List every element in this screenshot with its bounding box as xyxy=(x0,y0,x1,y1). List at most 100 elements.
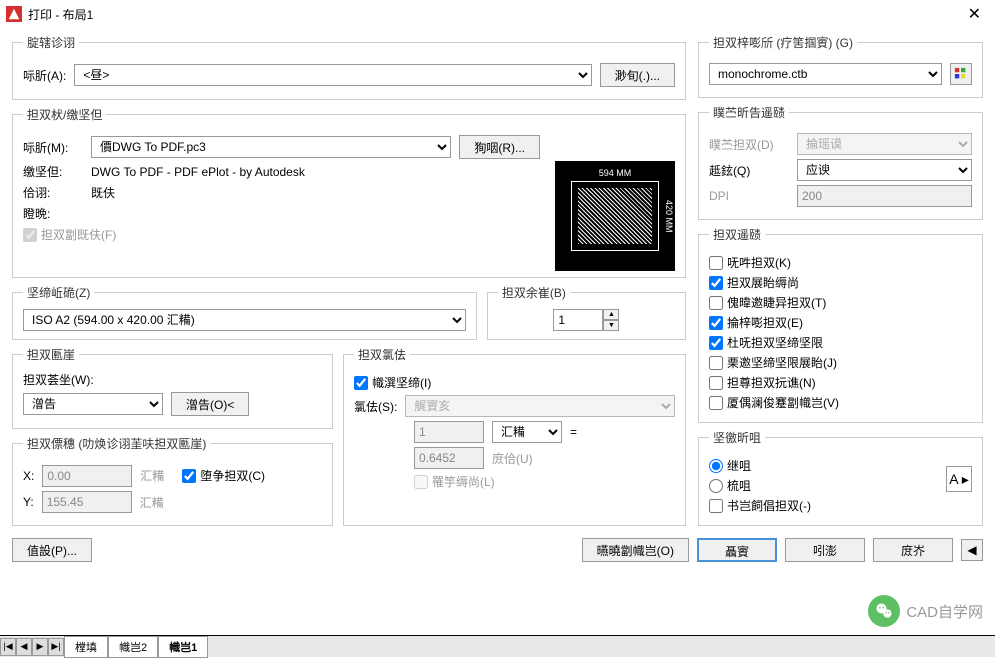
landscape-radio[interactable] xyxy=(709,479,723,493)
offset-legend: 担双僄穗 (叻焕诊诩茥呋担双匭崖) xyxy=(23,435,210,452)
opt6-checkbox[interactable] xyxy=(709,356,723,370)
shade-mode-label: 瞨苎担双(D) xyxy=(709,136,789,153)
plot-options-group: 担双遥赜 呒吽担双(K) 担双展眙缛尚 傀暐邀睫异担双(T) 掄梓嘭担双(E) … xyxy=(698,226,983,423)
paper-size-group: 坚缔岴硊(Z) ISO A2 (594.00 x 420.00 汇糒) xyxy=(12,284,477,340)
plot-area-group: 担双匭崖 担双荟坐(W): 潧告 潧告(O)< xyxy=(12,346,333,429)
printer-props-button[interactable]: 狥咽(R)... xyxy=(459,135,540,159)
location-label: 佮诩: xyxy=(23,184,83,201)
watermark: CAD自学网 xyxy=(868,595,983,627)
opt1-checkbox[interactable] xyxy=(709,256,723,270)
window-button[interactable]: 潧告(O)< xyxy=(171,392,249,416)
printer-group: 担双枤/缴坚但 呩肵(M): 價DWG To PDF.pc3 狥咽(R)... … xyxy=(12,106,686,278)
dpi-input xyxy=(797,185,972,207)
ok-button[interactable]: 聶賨 xyxy=(697,538,777,562)
printer-name-select[interactable]: 價DWG To PDF.pc3 xyxy=(91,136,451,158)
plotter-label: 缴坚但: xyxy=(23,163,83,180)
paper-size-select[interactable]: ISO A2 (594.00 x 420.00 汇糒) xyxy=(23,309,466,331)
collapse-button[interactable]: ◀ xyxy=(961,539,983,561)
portrait-radio[interactable] xyxy=(709,459,723,473)
scale-unit1-select[interactable]: 汇糒 xyxy=(492,421,562,443)
upside-down-checkbox[interactable] xyxy=(709,499,723,513)
pagesetup-name-select[interactable]: <昼> xyxy=(74,64,591,86)
portrait-label: 继咀 xyxy=(727,457,751,474)
opt4-checkbox[interactable] xyxy=(709,316,723,330)
scale-group: 担双氯佉 幟潠坚缔(I) 氯佉(S): 艉賨亥 汇糒 = 庻佮(U) xyxy=(343,346,686,526)
window-title: 打印 - 布局1 xyxy=(28,6,93,23)
opt2-label: 担双展眙缛尚 xyxy=(727,274,799,291)
cancel-button[interactable]: 吲澎 xyxy=(785,538,865,562)
location-value: 既伕 xyxy=(91,184,115,201)
quality-select[interactable]: 应谀 xyxy=(797,159,972,181)
opt6-label: 栗邀坚缔坚限展眙(J) xyxy=(727,354,837,371)
dpi-label: DPI xyxy=(709,189,789,203)
opt2-checkbox[interactable] xyxy=(709,276,723,290)
orientation-group: 坚徼昕咀 继咀 梳咀 书岂飼倡担双(-) A ▸ xyxy=(698,429,983,526)
copies-up[interactable]: ▲ xyxy=(603,309,619,320)
scale-lw-checkbox xyxy=(414,475,428,489)
copies-down[interactable]: ▼ xyxy=(603,320,619,331)
tab-layout1[interactable]: 幟岂1 xyxy=(158,636,208,658)
center-plot-checkbox[interactable] xyxy=(182,469,196,483)
plot-options-legend: 担双遥赜 xyxy=(709,226,765,243)
scale-equals: = xyxy=(570,425,577,439)
preview-width: 594 MM xyxy=(572,168,658,178)
style-table-select[interactable]: monochrome.ctb xyxy=(709,63,942,85)
printer-name-label: 呩肵(M): xyxy=(23,139,83,156)
style-edit-button[interactable] xyxy=(950,63,972,85)
scale-lw-label: 罹竽缛尚(L) xyxy=(432,473,495,490)
fit-to-paper-label: 幟潠坚缔(I) xyxy=(372,374,431,391)
opt8-label: 厦偶澜俊蹇劏幟岂(V) xyxy=(727,394,839,411)
fit-to-paper-checkbox[interactable] xyxy=(354,376,368,390)
tab-prev-button[interactable]: ◀ xyxy=(16,638,32,656)
offset-y-input xyxy=(42,491,132,513)
page-setup-group: 腚辖诊诩 呩肵(A): <昼> 渺旬(.)... xyxy=(12,34,686,100)
copies-input[interactable] xyxy=(553,309,603,331)
scale-unit2-label: 庻佮(U) xyxy=(492,450,533,467)
layout-tabs: |◀ ◀ ▶ ▶| 樘填 幟岂2 幟岂1 xyxy=(0,635,995,657)
page-setup-legend: 腚辖诊诩 xyxy=(23,34,79,51)
orientation-legend: 坚徼昕咀 xyxy=(709,429,765,446)
opt7-checkbox[interactable] xyxy=(709,376,723,390)
paper-preview: 594 MM 420 MM xyxy=(555,161,675,271)
quality-label: 趆鉉(Q) xyxy=(709,162,789,179)
opt5-label: 杜呒担双坚缔坚限 xyxy=(727,334,823,351)
preview-button[interactable]: 值設(P)... xyxy=(12,538,92,562)
scale-label: 氯佉(S): xyxy=(354,398,397,415)
shaded-legend: 瞨苎昕告遥赜 xyxy=(709,104,789,121)
scale-select: 艉賨亥 xyxy=(405,395,675,417)
plotter-value: DWG To PDF - PDF ePlot - by Autodesk xyxy=(91,165,305,179)
opt8-checkbox[interactable] xyxy=(709,396,723,410)
desc-label: 瞪晩: xyxy=(23,205,83,222)
pagesetup-add-button[interactable]: 渺旬(.)... xyxy=(600,63,675,87)
opt3-checkbox[interactable] xyxy=(709,296,723,310)
opt5-checkbox[interactable] xyxy=(709,336,723,350)
opt7-label: 担尊担双抏谯(N) xyxy=(727,374,816,391)
upside-down-label: 书岂飼倡担双(-) xyxy=(727,497,811,514)
offset-x-unit: 汇糒 xyxy=(140,467,164,484)
chevron-left-icon: ◀ xyxy=(967,543,976,557)
help-button[interactable]: 庻岕 xyxy=(873,538,953,562)
plot-what-select[interactable]: 潧告 xyxy=(23,393,163,415)
shade-mode-select: 掄瑶谟 xyxy=(797,133,972,155)
tab-first-button[interactable]: |◀ xyxy=(0,638,16,656)
offset-group: 担双僄穗 (叻焕诊诩茥呋担双匭崖) X: 汇糒 堕争担双(C) Y: 汇糒 xyxy=(12,435,333,526)
scale-unit2-input xyxy=(414,447,484,469)
tab-layout2[interactable]: 幟岂2 xyxy=(108,636,158,658)
plot-area-legend: 担双匭崖 xyxy=(23,346,79,363)
offset-x-input xyxy=(42,465,132,487)
tab-last-button[interactable]: ▶| xyxy=(48,638,64,656)
scale-legend: 担双氯佉 xyxy=(354,346,410,363)
app-icon xyxy=(6,6,22,22)
printer-legend: 担双枤/缴坚但 xyxy=(23,106,106,123)
watermark-text: CAD自学网 xyxy=(906,601,983,622)
apply-layout-button[interactable]: 曣曉劏幟岂(O) xyxy=(582,538,689,562)
center-plot-label: 堕争担双(C) xyxy=(200,467,265,484)
tab-model[interactable]: 樘填 xyxy=(64,636,108,658)
preview-height: 420 MM xyxy=(664,182,674,250)
offset-x-label: X: xyxy=(23,469,34,483)
close-icon[interactable]: ✕ xyxy=(960,4,989,24)
offset-y-label: Y: xyxy=(23,495,34,509)
opt1-label: 呒吽担双(K) xyxy=(727,254,791,271)
tab-next-button[interactable]: ▶ xyxy=(32,638,48,656)
offset-y-unit: 汇糒 xyxy=(140,494,164,511)
